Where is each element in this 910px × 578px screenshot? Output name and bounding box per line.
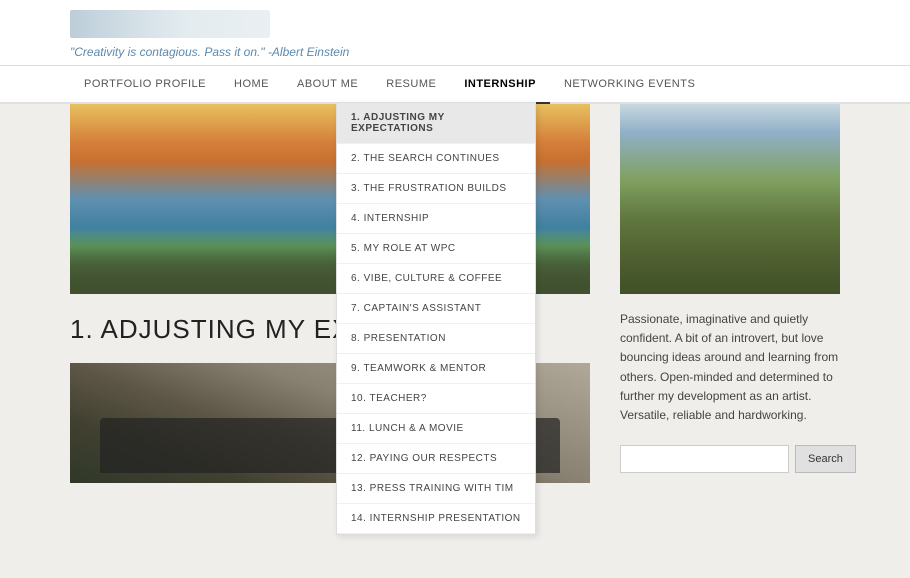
dropdown-item-3[interactable]: 3. THE FRUSTRATION BUILDS — [337, 174, 535, 204]
nav-item-internship[interactable]: INTERNSHIP — [450, 66, 550, 104]
nav-item-resume[interactable]: RESUME — [372, 66, 450, 102]
dropdown-item-11[interactable]: 11. LUNCH & A MOVIE — [337, 414, 535, 444]
main-nav: PORTFOLIO PROFILE HOME ABOUT ME RESUME I… — [0, 66, 910, 104]
dropdown-item-1[interactable]: 1. ADJUSTING MY EXPECTATIONS — [337, 103, 535, 144]
dropdown-item-2[interactable]: 2. THE SEARCH CONTINUES — [337, 144, 535, 174]
nav-item-portfolio[interactable]: PORTFOLIO PROFILE — [70, 66, 220, 102]
nav-item-about[interactable]: ABOUT ME — [283, 66, 372, 102]
search-area: Search — [620, 445, 840, 473]
site-logo — [70, 10, 270, 38]
dropdown-item-5[interactable]: 5. MY ROLE AT WPC — [337, 234, 535, 264]
dropdown-item-12[interactable]: 12. PAYING OUR RESPECTS — [337, 444, 535, 474]
search-button[interactable]: Search — [795, 445, 856, 473]
dropdown-item-9[interactable]: 9. TEAMWORK & MENTOR — [337, 354, 535, 384]
bio-text: Passionate, imaginative and quietly conf… — [620, 310, 840, 425]
header-quote: "Creativity is contagious. Pass it on." … — [70, 45, 349, 59]
dropdown-item-4[interactable]: 4. INTERNSHIP — [337, 204, 535, 234]
dropdown-item-7[interactable]: 7. CAPTAIN'S ASSISTANT — [337, 294, 535, 324]
internship-dropdown: 1. ADJUSTING MY EXPECTATIONS 2. THE SEAR… — [336, 102, 536, 535]
content-right: Passionate, imaginative and quietly conf… — [620, 104, 840, 483]
page-header: "Creativity is contagious. Pass it on." … — [0, 0, 910, 66]
cliffs-image — [620, 104, 840, 294]
nav-item-home[interactable]: HOME — [220, 66, 283, 102]
dropdown-item-8[interactable]: 8. PRESENTATION — [337, 324, 535, 354]
dropdown-item-13[interactable]: 13. PRESS TRAINING WITH TIM — [337, 474, 535, 504]
right-hero-image — [620, 104, 840, 294]
search-input[interactable] — [620, 445, 789, 473]
nav-item-networking[interactable]: NETWORKING EVENTS — [550, 66, 709, 102]
dropdown-item-14[interactable]: 14. INTERNSHIP PRESENTATION — [337, 504, 535, 534]
dropdown-item-6[interactable]: 6. VIBE, CULTURE & COFFEE — [337, 264, 535, 294]
dropdown-item-10[interactable]: 10. TEACHER? — [337, 384, 535, 414]
